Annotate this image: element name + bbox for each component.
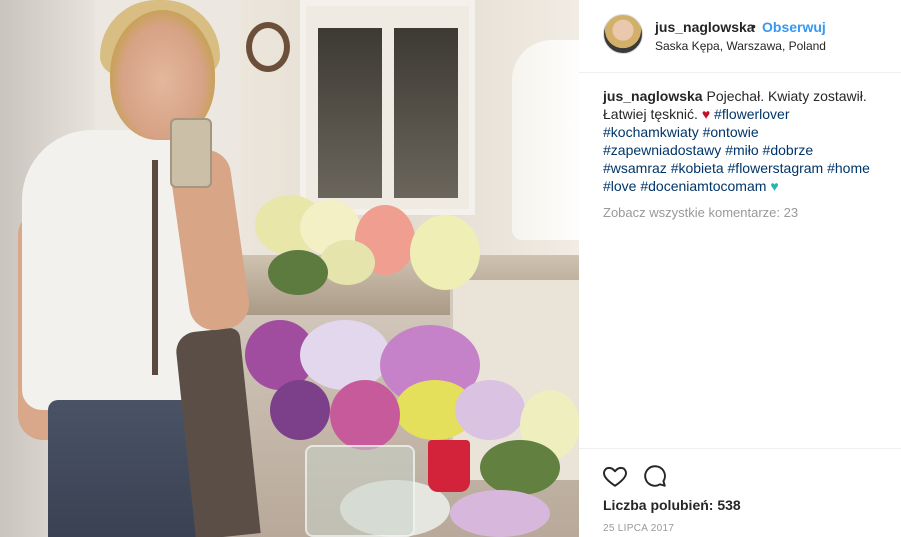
window-pane	[318, 28, 382, 198]
likes-count[interactable]: Liczba polubień: 538	[603, 497, 741, 513]
post-photo[interactable]	[0, 0, 579, 537]
necklace	[152, 160, 158, 375]
red-cup	[428, 440, 470, 492]
flower	[300, 320, 390, 390]
hashtag-link[interactable]: #flowerlover	[714, 106, 789, 122]
author-username[interactable]: jus_naglowska	[655, 19, 755, 35]
view-all-comments-link[interactable]: Zobacz wszystkie komentarze: 23	[603, 205, 798, 220]
hashtag-link[interactable]: #kobieta	[671, 160, 724, 176]
flower	[330, 380, 400, 450]
speech-bubble-icon[interactable]	[642, 463, 668, 489]
glass-vase	[305, 445, 415, 537]
teal-heart-emoji-icon: ♥	[770, 178, 779, 194]
window	[300, 0, 475, 215]
hashtag-link[interactable]: #flowerstagram	[728, 160, 824, 176]
avatar[interactable]	[603, 14, 643, 54]
hashtag-link[interactable]: #ontowie	[703, 124, 759, 140]
post-sidebar: jus_naglowska • Obserwuj Saska Kępa, War…	[579, 0, 901, 537]
hashtag-link[interactable]: #doceniamtocomam	[640, 178, 766, 194]
caption-username[interactable]: jus_naglowska	[603, 88, 703, 104]
smartphone	[170, 118, 212, 188]
flower	[270, 380, 330, 440]
lamp-shade	[512, 40, 579, 240]
follow-button[interactable]: Obserwuj	[762, 19, 826, 35]
red-heart-emoji-icon: ♥	[701, 106, 711, 122]
window-pane	[394, 28, 458, 198]
separator-dot: •	[751, 18, 756, 34]
location-link[interactable]: Saska Kępa, Warszawa, Poland	[655, 39, 826, 53]
flower	[320, 240, 375, 285]
hashtag-link[interactable]: #zapewniadostawy	[603, 142, 721, 158]
flower	[410, 215, 480, 290]
post-caption: jus_naglowska Pojechał. Kwiaty zostawił.…	[603, 87, 888, 195]
post-actions: Liczba polubień: 538 25 LIPCA 2017	[579, 448, 901, 537]
flower	[450, 490, 550, 537]
hashtag-link[interactable]: #miło	[725, 142, 758, 158]
hashtag-link[interactable]: #dobrze	[763, 142, 814, 158]
flower	[455, 380, 525, 440]
hashtag-link[interactable]: #home	[827, 160, 870, 176]
heart-outline-icon[interactable]	[602, 463, 628, 489]
hashtag-link[interactable]: #kochamkwiaty	[603, 124, 699, 140]
flower	[268, 250, 328, 295]
hashtag-link[interactable]: #love	[603, 178, 636, 194]
post-date[interactable]: 25 LIPCA 2017	[603, 523, 674, 534]
post-header: jus_naglowska • Obserwuj Saska Kępa, War…	[579, 0, 901, 73]
hashtag-link[interactable]: #wsamraz	[603, 160, 667, 176]
wreath	[246, 22, 290, 72]
flower	[480, 440, 560, 495]
